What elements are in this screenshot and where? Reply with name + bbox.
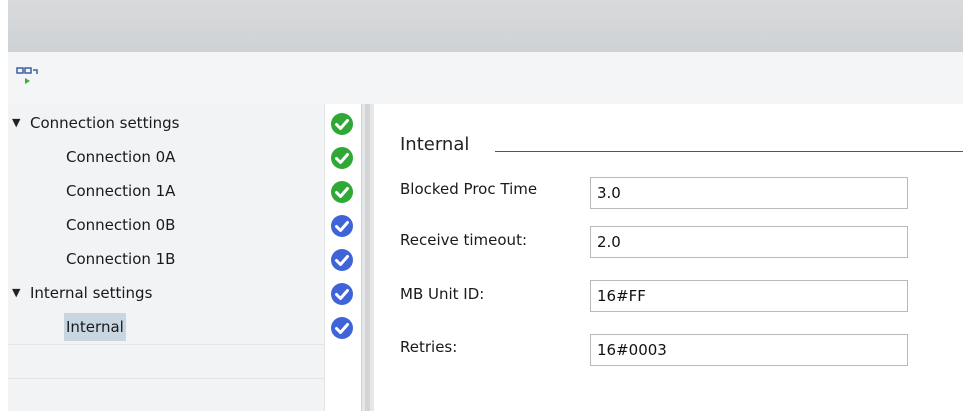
expand-caret-icon[interactable]: ▼: [12, 276, 20, 310]
tree-divider: [8, 344, 324, 345]
panel-splitter[interactable]: [361, 104, 374, 411]
blocked-proc-time-input[interactable]: [590, 177, 908, 209]
settings-tree: ▼ Connection settings Connection 0A Conn…: [8, 104, 324, 411]
tree-item-label: Connection settings: [30, 114, 180, 132]
tree-item-connection-1a[interactable]: Connection 1A: [8, 174, 324, 208]
mb-unit-id-label: MB Unit ID:: [400, 285, 485, 303]
check-info-icon: [331, 249, 353, 271]
tree-item-label: Connection 1B: [66, 250, 176, 268]
section-title: Internal: [400, 134, 480, 155]
tree-item-label: Connection 0A: [66, 148, 176, 166]
check-info-icon: [331, 283, 353, 305]
receive-timeout-input[interactable]: [590, 226, 908, 258]
tree-item-internal[interactable]: Internal: [8, 310, 324, 344]
title-bar: [8, 0, 963, 52]
mb-unit-id-input[interactable]: [590, 280, 908, 312]
toolbar: [8, 52, 963, 104]
check-info-icon: [331, 317, 353, 339]
tree-item-connection-1b[interactable]: Connection 1B: [8, 242, 324, 276]
tree-divider: [8, 378, 324, 379]
check-ok-icon: [331, 147, 353, 169]
section-divider: [495, 151, 963, 152]
expand-caret-icon[interactable]: ▼: [12, 106, 20, 140]
tree-item-connection-0a[interactable]: Connection 0A: [8, 140, 324, 174]
retries-input[interactable]: [590, 334, 908, 366]
tree-item-label: Internal: [64, 313, 126, 341]
tree-item-label: Internal settings: [30, 284, 153, 302]
blocked-proc-time-label: Blocked Proc Time: [400, 180, 538, 198]
network-view-icon[interactable]: [16, 66, 42, 88]
splitter-grip[interactable]: [365, 104, 370, 411]
tree-item-label: Connection 0B: [66, 216, 176, 234]
receive-timeout-label: Receive timeout:: [400, 231, 528, 249]
tree-item-connection-settings[interactable]: ▼ Connection settings: [8, 106, 324, 140]
tree-item-internal-settings[interactable]: ▼ Internal settings: [8, 276, 324, 310]
tree-item-label: Connection 1A: [66, 182, 176, 200]
retries-label: Retries:: [400, 338, 458, 356]
check-info-icon: [331, 215, 353, 237]
check-ok-icon: [331, 113, 353, 135]
tree-item-connection-0b[interactable]: Connection 0B: [8, 208, 324, 242]
check-ok-icon: [331, 181, 353, 203]
